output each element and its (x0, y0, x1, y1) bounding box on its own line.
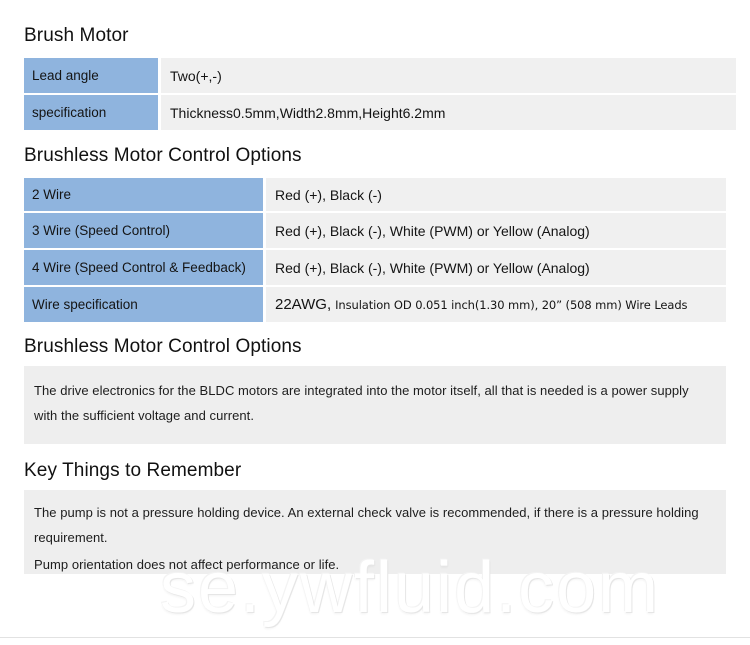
heading-brush-motor: Brush Motor (24, 25, 129, 46)
table-cell-key: Lead angle (24, 58, 158, 93)
table-brush-motor: Lead angle Two(+,-) specification Thickn… (24, 58, 736, 132)
note-box-brushless: The drive electronics for the BLDC motor… (24, 366, 726, 444)
wire-spec-detail: Insulation OD 0.051 inch(1.30 mm), 20” (… (335, 297, 688, 312)
table-row: specification Thickness0.5mm,Width2.8mm,… (24, 95, 736, 130)
table-cell-key: 4 Wire (Speed Control & Feedback) (24, 250, 263, 285)
table-cell-value: Red (+), Black (-), White (PWM) or Yello… (266, 250, 726, 285)
table-cell-value: Red (+), Black (-) (266, 178, 726, 211)
document-page: Brush Motor Lead angle Two(+,-) specific… (0, 0, 750, 645)
table-cell-key: Wire specification (24, 287, 263, 322)
table-cell-key: 2 Wire (24, 178, 263, 211)
table-cell-key: 3 Wire (Speed Control) (24, 213, 263, 248)
footer-divider (0, 637, 750, 638)
note-paragraph: The drive electronics for the BLDC motor… (34, 383, 689, 423)
table-cell-value: Two(+,-) (161, 58, 736, 93)
table-row: Wire specification 22AWG, Insulation OD … (24, 287, 726, 322)
heading-brushless-options-table: Brushless Motor Control Options (24, 145, 302, 166)
table-row: 2 Wire Red (+), Black (-) (24, 178, 726, 211)
table-cell-key: specification (24, 95, 158, 130)
table-cell-value: Red (+), Black (-), White (PWM) or Yello… (266, 213, 726, 248)
table-brushless-control-options: 2 Wire Red (+), Black (-) 3 Wire (Speed … (24, 178, 726, 324)
heading-key-things: Key Things to Remember (24, 460, 242, 481)
note-box-key-things: The pump is not a pressure holding devic… (24, 490, 726, 574)
wire-spec-awg: 22AWG, (275, 296, 332, 313)
table-cell-value: Thickness0.5mm,Width2.8mm,Height6.2mm (161, 95, 736, 130)
table-row: 3 Wire (Speed Control) Red (+), Black (-… (24, 213, 726, 248)
table-row: 4 Wire (Speed Control & Feedback) Red (+… (24, 250, 726, 285)
table-cell-value-wire-spec: 22AWG, Insulation OD 0.051 inch(1.30 mm)… (266, 287, 726, 322)
table-row: Lead angle Two(+,-) (24, 58, 736, 93)
note-paragraph: The pump is not a pressure holding devic… (34, 505, 699, 545)
note-paragraph: Pump orientation does not affect perform… (34, 557, 340, 572)
heading-brushless-options-note: Brushless Motor Control Options (24, 336, 302, 357)
